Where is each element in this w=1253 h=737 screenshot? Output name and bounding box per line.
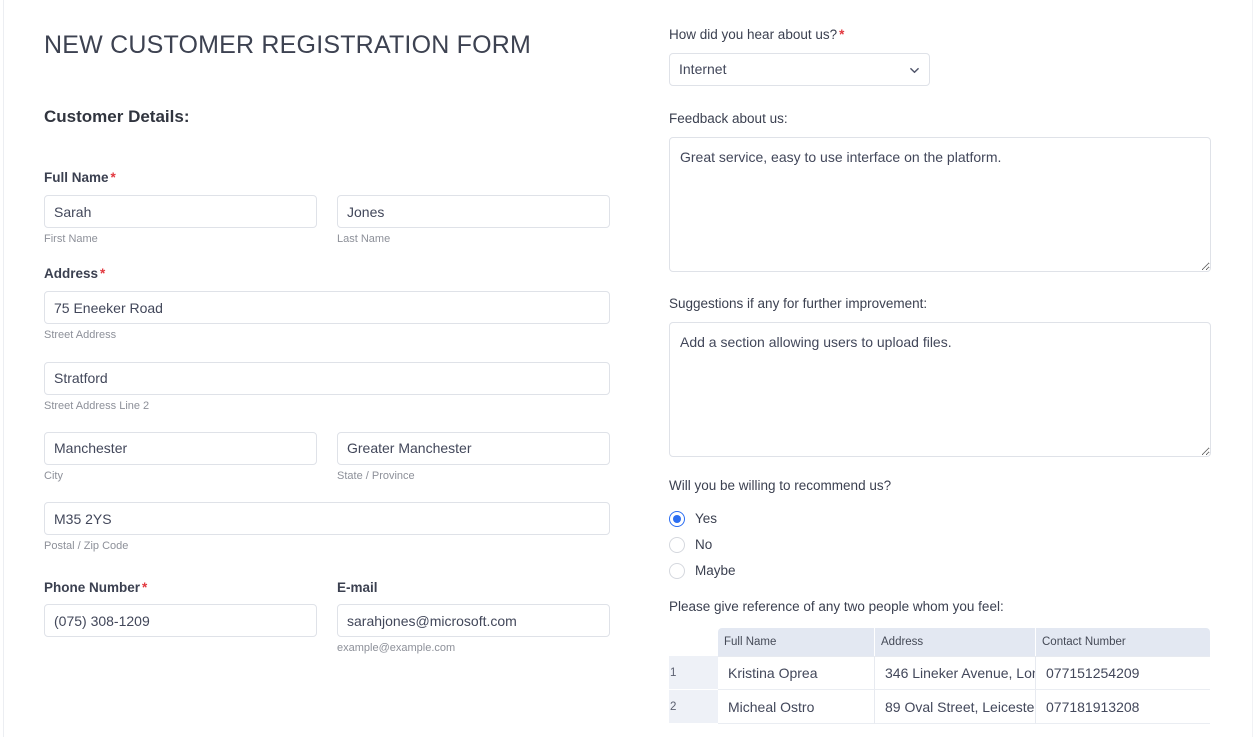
customer-details-heading: Customer Details: bbox=[44, 107, 190, 127]
table-cell-contact-number[interactable]: 077181913208 bbox=[1036, 690, 1210, 725]
recommend-option-maybe[interactable]: Maybe bbox=[669, 558, 1229, 584]
required-asterisk: * bbox=[839, 27, 845, 42]
right-column: How did you hear about us? * Internet Fee… bbox=[669, 0, 1229, 725]
reference-table: Full Name Address Contact Number 1 Kristi… bbox=[669, 628, 1210, 725]
recommend-option-label: Maybe bbox=[695, 563, 736, 579]
street-address-line2-input[interactable] bbox=[44, 361, 610, 395]
postal-code-sublabel: Postal / Zip Code bbox=[44, 540, 129, 553]
hear-about-us-select[interactable]: Internet bbox=[669, 52, 930, 86]
required-asterisk: * bbox=[142, 579, 148, 595]
table-cell-contact-number[interactable]: 077151254209 bbox=[1036, 656, 1210, 691]
table-column-header-full-name: Full Name bbox=[718, 628, 875, 657]
postal-code-input[interactable] bbox=[44, 502, 610, 536]
recommend-option-label: Yes bbox=[695, 511, 718, 527]
required-asterisk: * bbox=[110, 170, 116, 186]
suggestions-group: Suggestions if any for further improveme… bbox=[669, 295, 1229, 457]
suggestions-label: Suggestions if any for further improveme… bbox=[669, 295, 928, 311]
email-label: E-mail bbox=[337, 579, 378, 595]
state-province-input[interactable] bbox=[337, 431, 610, 465]
last-name-sublabel: Last Name bbox=[337, 233, 391, 246]
reference-table-body: 1Kristina Oprea346 Lineker Avenue, Londo… bbox=[669, 656, 1210, 725]
suggestions-textarea[interactable] bbox=[669, 321, 1211, 457]
street-address-sublabel: Street Address bbox=[44, 329, 117, 342]
page-title: NEW CUSTOMER REGISTRATION FORM bbox=[44, 31, 532, 59]
hear-about-us-group: How did you hear about us? * Internet bbox=[669, 26, 1229, 86]
table-row: 2 Micheal Ostro 89 Oval Street, Leicester 0… bbox=[669, 690, 1210, 725]
reference-label: Please give reference of any two people … bbox=[669, 598, 1004, 614]
city-input[interactable] bbox=[44, 431, 317, 465]
first-name-input[interactable] bbox=[44, 195, 317, 229]
recommend-option-label: No bbox=[695, 537, 713, 553]
left-column: NEW CUSTOMER REGISTRATION FORM Customer … bbox=[44, 0, 619, 656]
reference-group: Please give reference of any two people … bbox=[669, 598, 1229, 725]
table-column-header-contact-number: Contact Number bbox=[1036, 628, 1210, 657]
recommend-radio-group[interactable]: Yes No Maybe bbox=[669, 506, 1229, 584]
phone-number-label: Phone Number * bbox=[44, 579, 148, 595]
hear-about-us-label: How did you hear about us? * bbox=[669, 27, 845, 42]
email-input[interactable] bbox=[337, 604, 610, 638]
recommend-option-yes[interactable]: Yes bbox=[669, 506, 1229, 532]
feedback-textarea[interactable] bbox=[669, 136, 1211, 272]
left-divider bbox=[3, 0, 4, 737]
last-name-input[interactable] bbox=[337, 195, 610, 229]
address-field-group: Address* Street Address Street Address L… bbox=[44, 265, 619, 553]
feedback-group: Feedback about us: bbox=[669, 110, 1229, 272]
email-sublabel: example@example.com bbox=[337, 642, 456, 655]
feedback-label: Feedback about us: bbox=[669, 110, 788, 126]
contact-field-group: Phone Number* E-mail example@example.com bbox=[44, 579, 619, 656]
table-column-header-address: Address bbox=[875, 628, 1036, 657]
required-asterisk: * bbox=[100, 266, 106, 282]
recommend-option-no[interactable]: No bbox=[669, 532, 1229, 558]
radio-icon[interactable] bbox=[669, 562, 685, 579]
full-name-field-group: Full Name* First Name Last Name bbox=[44, 169, 619, 246]
table-header-row: Full Name Address Contact Number bbox=[669, 628, 1210, 657]
table-row-number: 2 bbox=[669, 690, 718, 725]
state-province-sublabel: State / Province bbox=[337, 469, 415, 482]
city-sublabel: City bbox=[44, 469, 63, 482]
recommend-group: Will you be willing to recommend us? Yes… bbox=[669, 477, 1229, 584]
address-label: Address * bbox=[44, 266, 106, 282]
street-address-input[interactable] bbox=[44, 291, 610, 325]
table-cell-full-name[interactable]: Kristina Oprea bbox=[718, 656, 875, 691]
table-row-number: 1 bbox=[669, 656, 718, 691]
radio-icon[interactable] bbox=[669, 536, 685, 553]
full-name-label: Full Name * bbox=[44, 170, 116, 186]
reference-table-wrapper: Full Name Address Contact Number 1 Kristi… bbox=[669, 628, 1210, 725]
table-corner-cell bbox=[669, 628, 718, 656]
street-address-line2-sublabel: Street Address Line 2 bbox=[44, 399, 150, 412]
first-name-sublabel: First Name bbox=[44, 233, 98, 246]
recommend-label: Will you be willing to recommend us? bbox=[669, 477, 892, 493]
phone-number-input[interactable] bbox=[44, 604, 317, 638]
registration-form-page: NEW CUSTOMER REGISTRATION FORM Customer … bbox=[0, 0, 1253, 737]
table-cell-address[interactable]: 346 Lineker Avenue, London bbox=[875, 656, 1036, 691]
table-row: 1Kristina Oprea346 Lineker Avenue, Londo… bbox=[669, 656, 1210, 691]
table-cell-full-name[interactable]: Micheal Ostro bbox=[718, 690, 875, 725]
table-cell-address[interactable]: 89 Oval Street, Leicester bbox=[875, 690, 1036, 725]
radio-icon[interactable] bbox=[669, 510, 685, 527]
